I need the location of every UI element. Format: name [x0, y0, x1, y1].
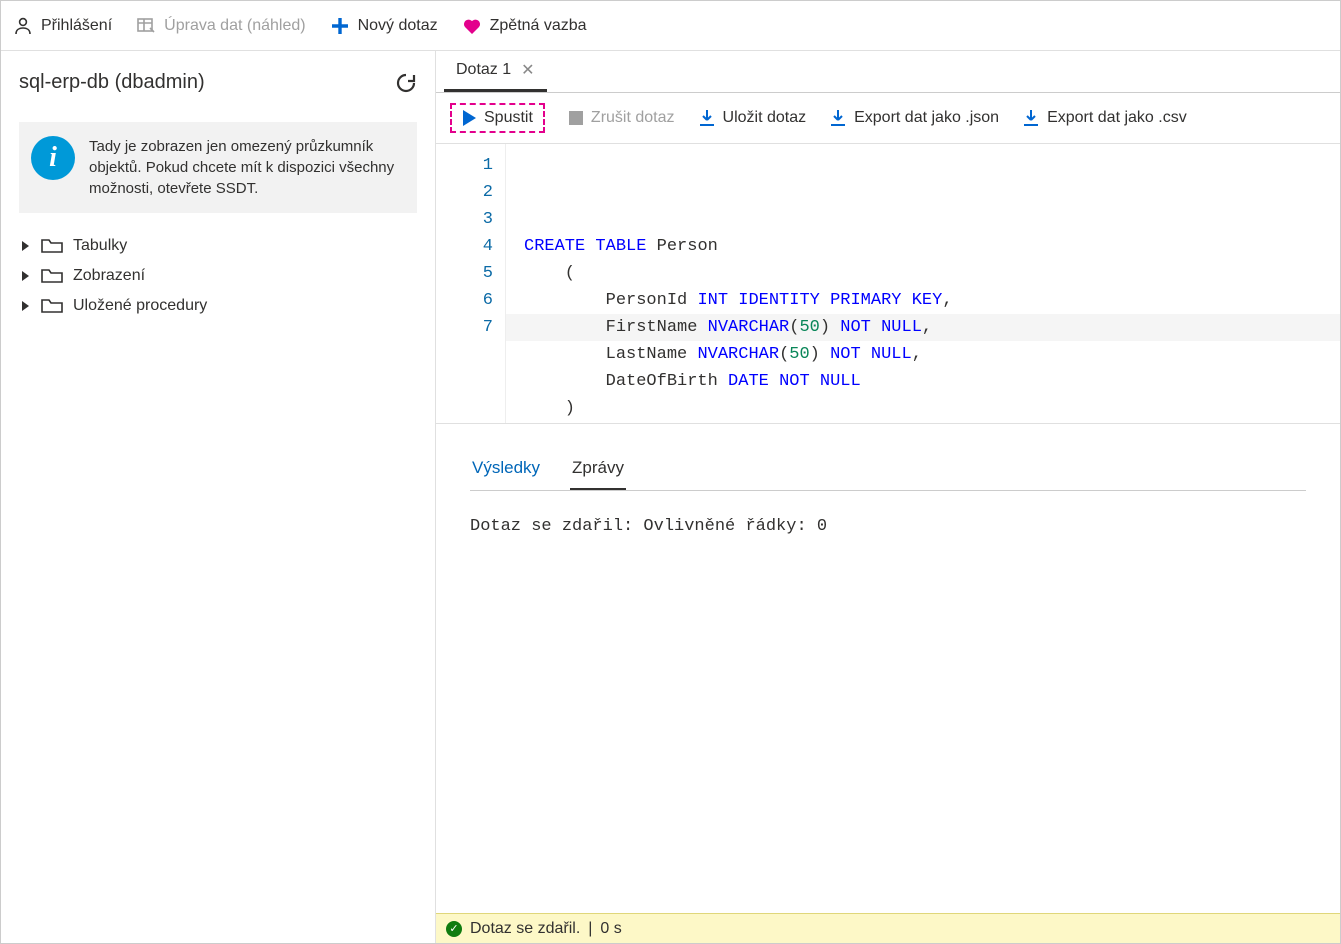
save-query-button[interactable]: Uložit dotaz: [699, 109, 807, 127]
export-json-label: Export dat jako .json: [854, 109, 999, 127]
download-icon: [830, 109, 846, 127]
status-text: Dotaz se zdařil.: [470, 920, 580, 938]
result-tabs: Výsledky Zprávy: [470, 452, 1306, 491]
caret-right-icon: [21, 270, 31, 282]
feedback-label: Zpětná vazba: [490, 17, 587, 35]
caret-right-icon: [21, 300, 31, 312]
plus-icon: [330, 16, 350, 36]
tree: Tabulky Zobrazení Uložené procedury: [19, 231, 417, 321]
download-icon: [1023, 109, 1039, 127]
folder-icon: [41, 237, 63, 255]
info-icon: i: [31, 136, 75, 180]
export-json-button[interactable]: Export dat jako .json: [830, 109, 999, 127]
feedback-button[interactable]: Zpětná vazba: [462, 16, 587, 36]
message-output: Dotaz se zdařil: Ovlivněné řádky: 0: [470, 491, 1306, 562]
status-time: 0 s: [600, 920, 621, 938]
tree-label: Uložené procedury: [73, 297, 207, 315]
new-query-label: Nový dotaz: [358, 17, 438, 35]
refresh-icon: [395, 72, 417, 94]
export-csv-button[interactable]: Export dat jako .csv: [1023, 109, 1187, 127]
edit-data-label: Úprava dat (náhled): [164, 17, 305, 35]
tab-messages[interactable]: Zprávy: [570, 452, 626, 490]
export-csv-label: Export dat jako .csv: [1047, 109, 1187, 127]
tab-label: Dotaz 1: [456, 61, 511, 79]
run-label: Spustit: [484, 109, 533, 127]
save-label: Uložit dotaz: [723, 109, 807, 127]
tree-label: Tabulky: [73, 237, 127, 255]
sql-editor[interactable]: 1234567 CREATE TABLE Person ( PersonId I…: [436, 144, 1340, 424]
success-icon: ✓: [446, 921, 462, 937]
info-text: Tady je zobrazen jen omezený průzkumník …: [89, 136, 405, 199]
table-edit-icon: [136, 16, 156, 36]
cancel-label: Zrušit dotaz: [591, 109, 675, 127]
new-query-button[interactable]: Nový dotaz: [330, 16, 438, 36]
editor-tabs: Dotaz 1 ✕: [436, 51, 1340, 93]
folder-icon: [41, 297, 63, 315]
tree-item-tables[interactable]: Tabulky: [19, 231, 417, 261]
object-explorer: sql-erp-db (dbadmin) i Tady je zobrazen …: [1, 51, 436, 943]
line-gutter: 1234567: [436, 144, 506, 423]
top-toolbar: Přihlášení Úprava dat (náhled) Nový dota…: [1, 1, 1340, 51]
edit-data-button[interactable]: Úprava dat (náhled): [136, 16, 305, 36]
user-icon: [13, 16, 33, 36]
heart-icon: [462, 16, 482, 36]
cancel-button[interactable]: Zrušit dotaz: [569, 109, 675, 127]
stop-icon: [569, 111, 583, 125]
status-sep: |: [588, 920, 592, 938]
query-panel: Dotaz 1 ✕ Spustit Zrušit dotaz Uložit do…: [436, 51, 1340, 943]
tree-item-views[interactable]: Zobrazení: [19, 261, 417, 291]
refresh-button[interactable]: [395, 72, 417, 94]
code-area[interactable]: CREATE TABLE Person ( PersonId INT IDENT…: [506, 144, 1340, 423]
login-button[interactable]: Přihlášení: [13, 16, 112, 36]
tree-label: Zobrazení: [73, 267, 145, 285]
status-bar: ✓ Dotaz se zdařil. | 0 s: [436, 913, 1340, 943]
query-toolbar: Spustit Zrušit dotaz Uložit dotaz Export…: [436, 93, 1340, 144]
download-icon: [699, 109, 715, 127]
tab-query-1[interactable]: Dotaz 1 ✕: [444, 51, 547, 92]
info-banner: i Tady je zobrazen jen omezený průzkumní…: [19, 122, 417, 213]
database-title: sql-erp-db (dbadmin): [19, 71, 205, 94]
close-icon[interactable]: ✕: [521, 60, 534, 80]
results-pane: Výsledky Zprávy Dotaz se zdařil: Ovlivně…: [436, 424, 1340, 913]
tab-results[interactable]: Výsledky: [470, 452, 542, 490]
folder-icon: [41, 267, 63, 285]
database-header: sql-erp-db (dbadmin): [19, 65, 417, 104]
login-label: Přihlášení: [41, 17, 112, 35]
run-button[interactable]: Spustit: [450, 103, 545, 133]
play-icon: [462, 110, 476, 126]
tree-item-sprocs[interactable]: Uložené procedury: [19, 291, 417, 321]
caret-right-icon: [21, 240, 31, 252]
